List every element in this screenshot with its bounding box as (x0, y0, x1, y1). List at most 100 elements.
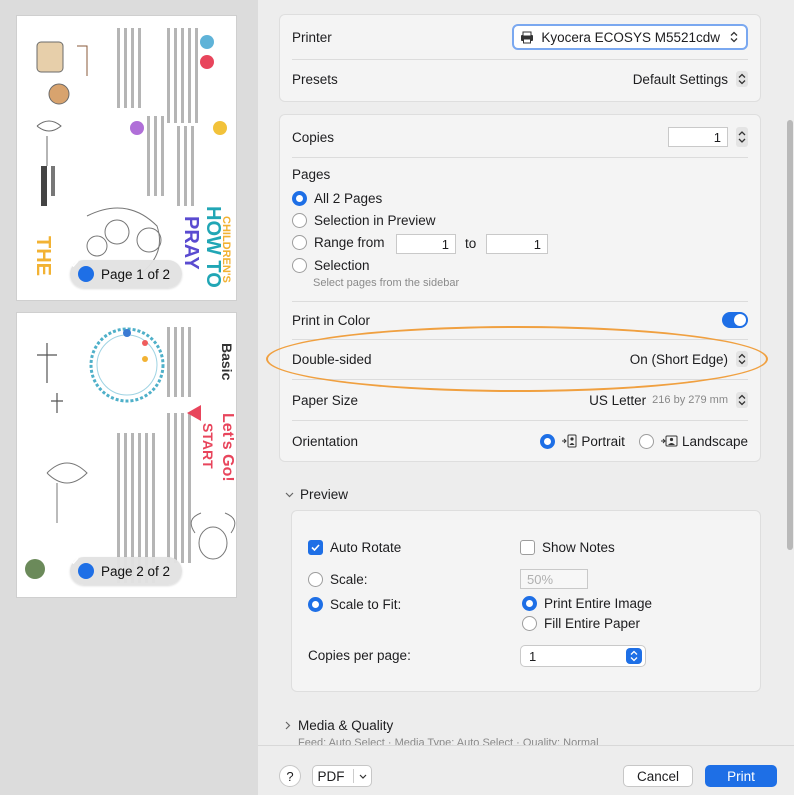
orientation-landscape-label: Landscape (681, 433, 748, 449)
divider (292, 301, 748, 302)
fill-entire-paper-option[interactable]: Fill Entire Paper (522, 616, 640, 631)
presets-value: Default Settings (632, 71, 728, 87)
scale-to-fit-option[interactable]: Scale to Fit: (308, 597, 401, 612)
copies-per-page-select[interactable]: 1 (520, 645, 646, 667)
show-notes-checkbox[interactable]: Show Notes (520, 540, 615, 555)
copies-stepper[interactable] (736, 127, 748, 147)
page-1-badge-label: Page 1 of 2 (101, 266, 171, 282)
auto-rotate-checkbox[interactable]: Auto Rotate (308, 540, 401, 555)
pages-selection-hint: Select pages from the sidebar (313, 277, 460, 289)
print-settings-panel: Printer Kyocera ECOSYS M5521cdw Presets … (258, 0, 794, 795)
copies-control: 1 (668, 127, 748, 147)
double-sided-select[interactable]: On (Short Edge) (630, 351, 748, 367)
media-quality-disclosure[interactable]: Media & Quality (285, 718, 393, 733)
orientation-portrait-option[interactable]: Portrait (540, 433, 625, 449)
svg-text:Basic: Basic (219, 343, 235, 381)
pages-selection-preview-option[interactable]: Selection in Preview (292, 213, 436, 228)
chevron-down-icon (285, 492, 294, 498)
pages-selection-label: Selection (314, 258, 370, 273)
pages-range-option[interactable]: Range from (292, 235, 385, 250)
preview-section: Auto Rotate Show Notes Scale: 50% Scale … (291, 510, 761, 692)
pdf-menu-button[interactable]: PDF (312, 765, 372, 787)
page-thumbnail-1[interactable]: ROSARY THE PRAY HOW TO CHILDREN'S Page 1… (16, 15, 237, 301)
preview-header: Preview (300, 487, 349, 502)
paper-size-dims: 216 by 279 mm (652, 394, 728, 406)
page-thumbnail-2[interactable]: Basic Let's Go! START Page 2 of 2 (16, 312, 237, 598)
print-entire-image-label: Print Entire Image (544, 596, 653, 611)
print-in-color-toggle[interactable] (722, 312, 748, 328)
help-icon[interactable]: ? (279, 765, 301, 787)
print-button[interactable]: Print (705, 765, 777, 787)
checkmark-icon (308, 540, 323, 555)
checkmark-icon (70, 557, 94, 579)
double-sided-row: Double-sided On (Short Edge) (292, 347, 748, 371)
scale-option[interactable]: Scale: (308, 572, 368, 587)
printer-row: Printer Kyocera ECOSYS M5521cdw (292, 23, 748, 51)
settings-scrollbar[interactable] (787, 120, 793, 550)
chevron-right-icon (285, 721, 291, 730)
radio-icon (638, 433, 654, 449)
pages-selection-preview-label: Selection in Preview (314, 213, 436, 228)
presets-label: Presets (292, 71, 338, 87)
page-2-badge: Page 2 of 2 (70, 557, 183, 585)
landscape-icon (660, 434, 678, 448)
chevron-updown-icon (736, 351, 748, 367)
chevron-updown-icon (728, 29, 740, 45)
range-start-input[interactable]: 1 (396, 234, 456, 254)
svg-text:PRAY: PRAY (180, 216, 202, 270)
show-notes-label: Show Notes (542, 540, 615, 555)
copies-per-page-label: Copies per page: (308, 648, 411, 663)
orientation-options: Portrait Landscape (540, 433, 748, 449)
svg-text:ROSARY: ROSARY (17, 236, 21, 301)
page-thumbnail-sidebar: ROSARY THE PRAY HOW TO CHILDREN'S Page 1… (0, 0, 258, 795)
preview-disclosure[interactable]: Preview (285, 487, 348, 502)
double-sided-label: Double-sided (292, 351, 372, 367)
chevron-updown-icon (736, 392, 748, 408)
paper-size-row: Paper Size US Letter 216 by 279 mm (292, 388, 748, 412)
chevron-updown-icon (626, 648, 642, 664)
print-entire-image-option[interactable]: Print Entire Image (522, 596, 652, 611)
radio-icon (522, 616, 537, 631)
radio-icon (522, 596, 537, 611)
printer-select[interactable]: Kyocera ECOSYS M5521cdw (512, 24, 748, 50)
scale-input[interactable]: 50% (520, 569, 588, 589)
cancel-button[interactable]: Cancel (623, 765, 693, 787)
portrait-icon (561, 434, 577, 448)
fill-entire-paper-label: Fill Entire Paper (544, 616, 641, 631)
presets-select[interactable]: Default Settings (633, 71, 748, 87)
scale-to-fit-label: Scale to Fit: (330, 597, 402, 612)
page-1-artwork: ROSARY THE PRAY HOW TO CHILDREN'S (17, 16, 236, 301)
range-to-label: to (465, 236, 477, 251)
svg-text:START: START (200, 423, 216, 469)
pages-label: Pages (292, 167, 331, 182)
chevron-updown-icon (736, 71, 748, 87)
svg-text:Let's Go!: Let's Go! (219, 413, 236, 482)
radio-icon (540, 433, 556, 449)
auto-rotate-label: Auto Rotate (330, 540, 402, 555)
pages-selection-option[interactable]: Selection (292, 258, 370, 273)
radio-icon (308, 597, 323, 612)
copies-input[interactable]: 1 (668, 127, 728, 147)
radio-icon (292, 235, 307, 250)
copies-row: Copies 1 (292, 125, 748, 149)
media-quality-summary: Feed: Auto Select · Media Type: Auto Sel… (298, 737, 599, 745)
orientation-portrait-label: Portrait (581, 433, 625, 449)
divider (292, 379, 748, 380)
settings-section: Copies 1 Pages All 2 Pages Selection in … (279, 114, 761, 462)
pages-range-label: Range from (314, 235, 385, 250)
range-end-input[interactable]: 1 (486, 234, 548, 254)
chevron-down-icon (352, 769, 367, 783)
divider (292, 157, 748, 158)
pages-all-label: All 2 Pages (314, 191, 383, 206)
media-quality-header: Media & Quality (298, 718, 394, 733)
orientation-landscape-option[interactable]: Landscape (638, 433, 748, 449)
divider (292, 420, 748, 421)
copies-label: Copies (292, 129, 335, 145)
paper-size-select[interactable]: US Letter 216 by 279 mm (589, 392, 748, 408)
print-in-color-label: Print in Color (292, 312, 371, 328)
pages-all-option[interactable]: All 2 Pages (292, 191, 382, 206)
divider (292, 339, 748, 340)
checkbox-icon (520, 540, 535, 555)
radio-icon (292, 191, 307, 206)
dialog-footer: ? PDF Cancel Print (258, 745, 794, 795)
